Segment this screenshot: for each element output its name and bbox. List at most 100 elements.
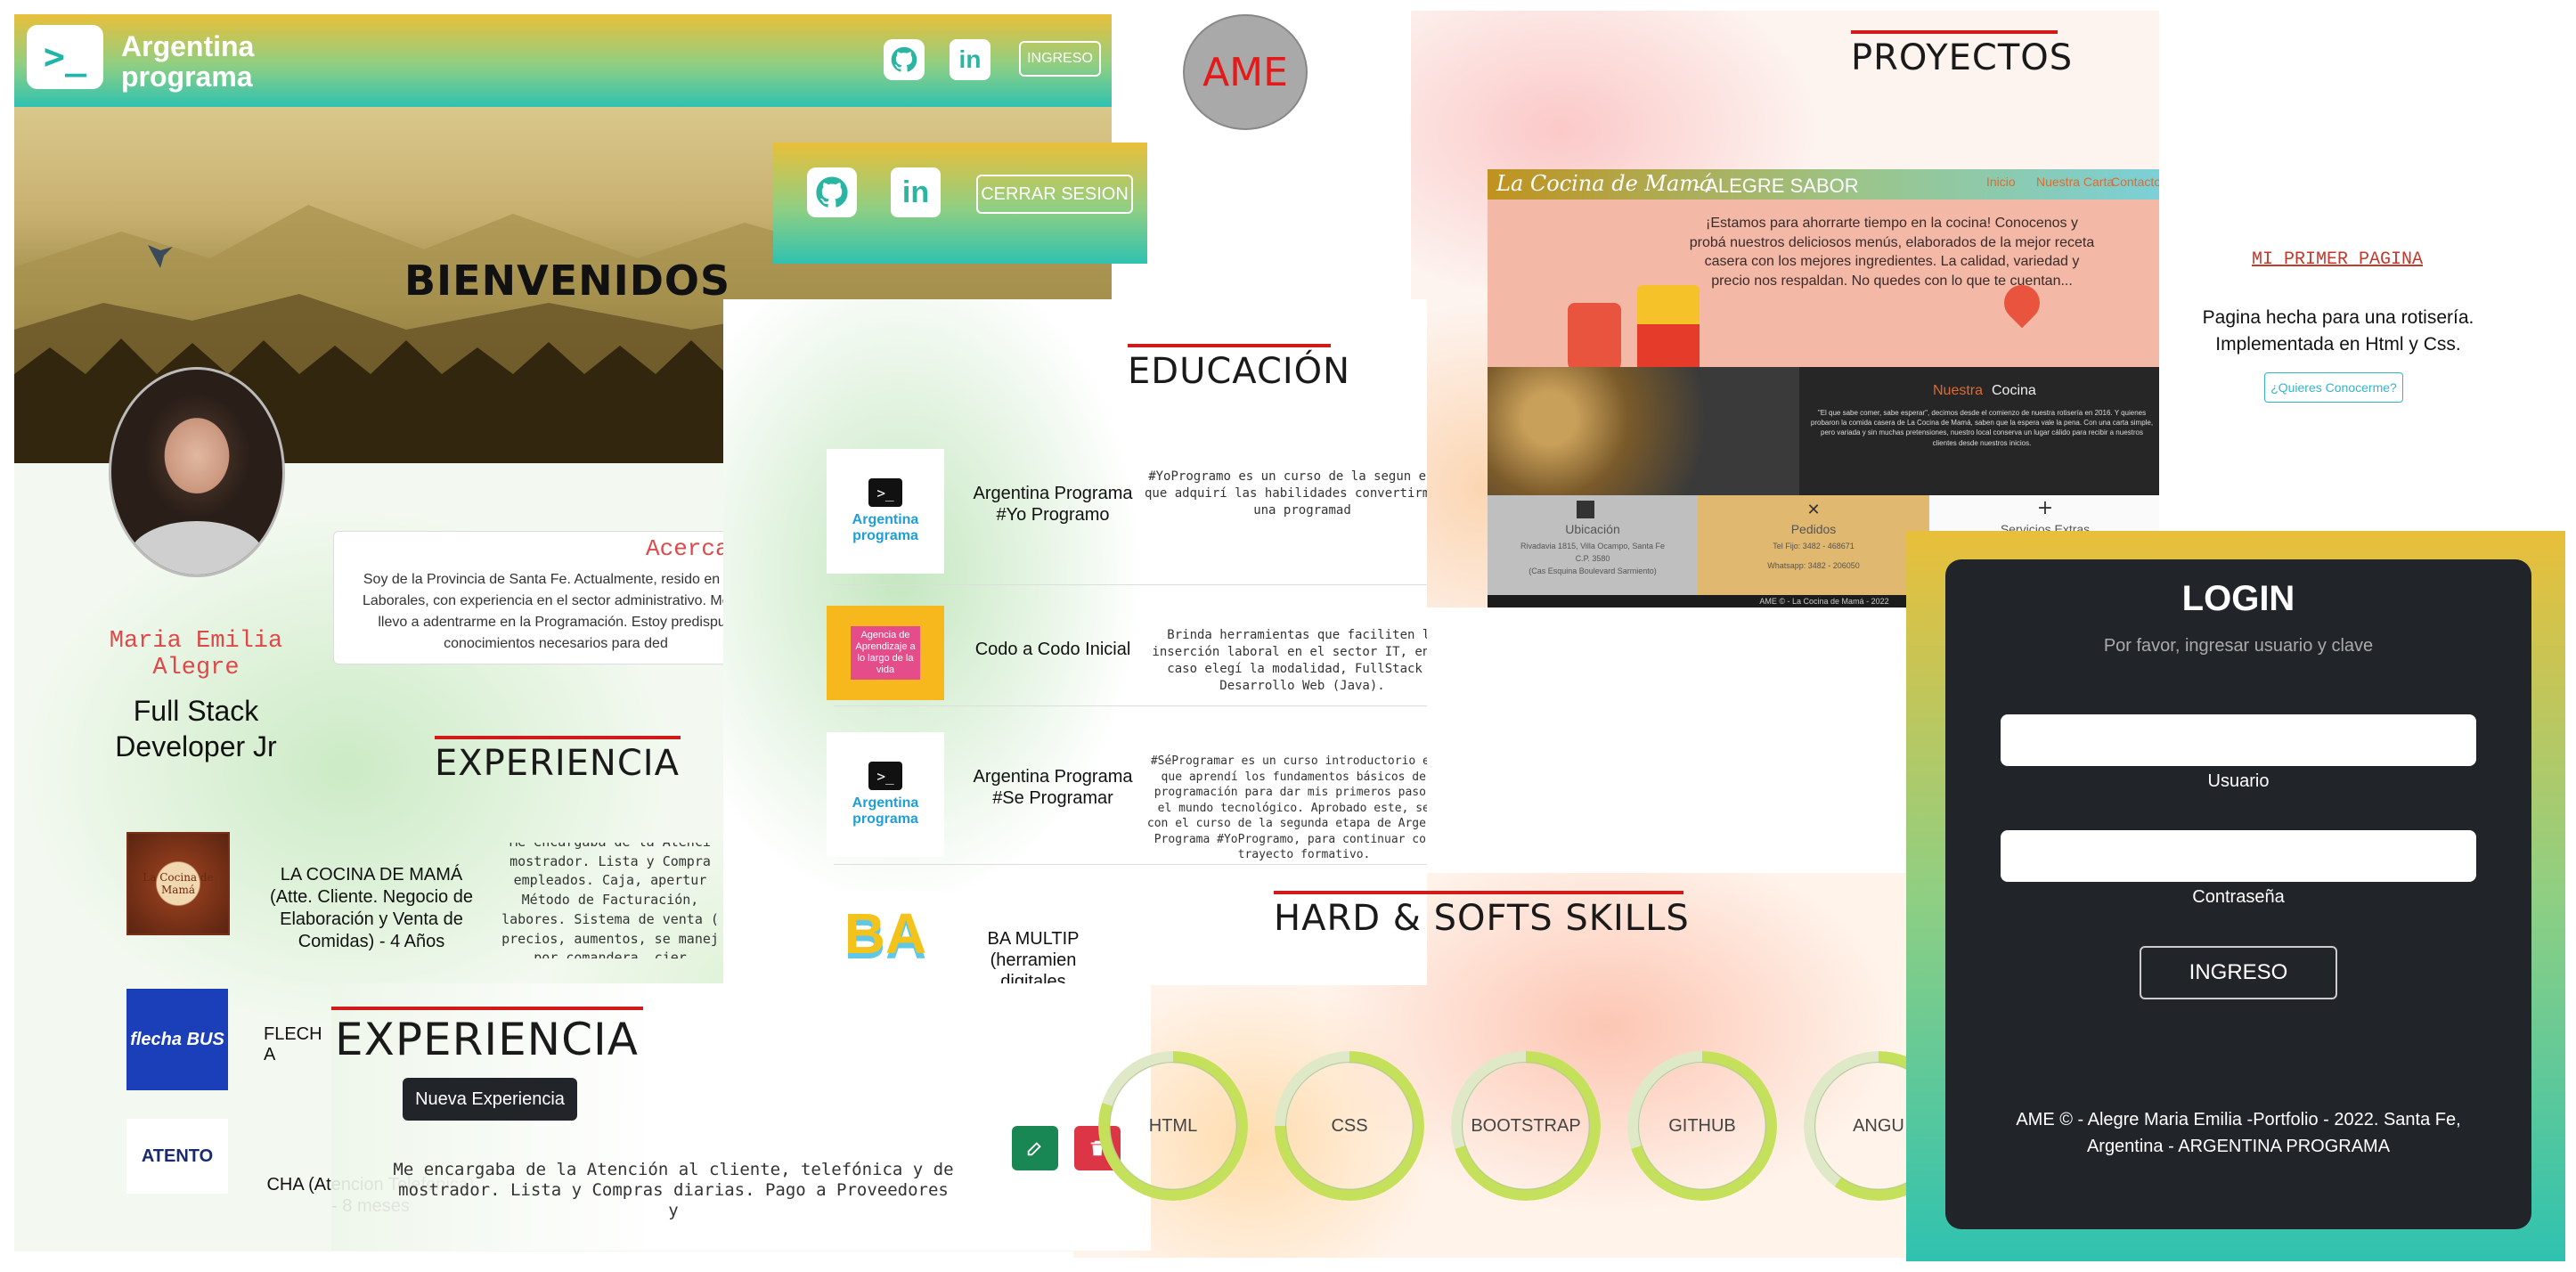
education-logo-ba: BA <box>827 891 944 976</box>
project-pedidos-title: Pedidos <box>1790 522 1837 536</box>
argentina-programa-logo[interactable]: >_ <box>27 25 103 89</box>
logo-text-line1: Argentina <box>121 30 255 62</box>
skill-ring-github: GITHUB <box>1627 1051 1777 1201</box>
profile-role: Full Stack Developer Jr <box>115 695 277 762</box>
login-card: LOGIN Por favor, ingresar usuario y clav… <box>1945 559 2531 1229</box>
username-label: Usuario <box>2207 771 2270 791</box>
education-desc-seprogramar: #SéProgramar es un curso introductorio e… <box>1146 754 1427 862</box>
first-page-title: MI PRIMER PAGINA <box>2251 249 2424 270</box>
login-subtitle: Por favor, ingresar usuario y clave <box>2103 636 2374 656</box>
education-logo-ba-text: BA <box>844 901 927 966</box>
project-kitchen-title-a: Nuestra <box>1933 383 1984 398</box>
education-logo-seprogramar: >_ Argentina programa <box>827 732 944 857</box>
experience-name-cocina: LA COCINA DE MAMÁ (Atte. Cliente. Negoci… <box>270 865 473 951</box>
education-logo-yoprogramo: >_ Argentina programa <box>827 449 944 574</box>
prompt-icon: >_ <box>43 37 87 77</box>
top-navbar: >_ Argentina programa in INGRESO <box>14 14 1112 107</box>
github-icon[interactable] <box>884 39 925 80</box>
experience-edit-section: EXPERIENCIA Nueva Experiencia Me encarga… <box>331 983 1151 1251</box>
skills-title-underline <box>1274 891 1683 894</box>
education-logo-seprogramar-text: Argentina programa <box>852 795 919 827</box>
divider <box>834 705 1427 706</box>
brand-badge: AME <box>1183 14 1308 130</box>
project-nav-inicio[interactable]: Inicio <box>1986 175 2016 189</box>
skill-label: HTML <box>1148 1115 1198 1136</box>
project-ubicacion-line3: (Cas Esquina Boulevard Sarmiento) <box>1528 567 1657 575</box>
pencil-icon <box>1027 1142 1041 1156</box>
experience-logo-cocina-text: La Cocina de Mamá <box>143 871 214 896</box>
education-desc-yoprogramo: #YoProgramo es un curso de la segun en e… <box>1144 469 1427 518</box>
education-title: EDUCACIÓN <box>1128 351 1351 392</box>
experience-name-flechabus: FLECH A <box>264 1024 322 1064</box>
education-title-underline <box>1128 344 1331 347</box>
about-text: Soy de la Provincia de Santa Fe. Actualm… <box>363 572 734 651</box>
building-icon <box>1577 501 1594 518</box>
skill-ring-bootstrap: BOOTSTRAP <box>1451 1051 1601 1201</box>
plus-icon: + <box>2036 496 2054 519</box>
skill-label: BOOTSTRAP <box>1471 1115 1581 1136</box>
project-pedidos-line1: Tel Fijo: 3482 - 468671 <box>1773 542 1855 550</box>
login-submit-button[interactable]: INGRESO <box>2140 946 2337 999</box>
project-kitchen-text: "El que sabe comer, sabe esperar", decim… <box>1810 409 2154 447</box>
skill-ring-css: CSS <box>1275 1051 1424 1201</box>
experience-logo-flechabus: flecha BUS <box>126 989 228 1090</box>
project-ubicacion-line1: Rivadavia 1815, Villa Ocampo, Santa Fe <box>1520 542 1665 550</box>
avatar-shirt <box>129 521 265 575</box>
login-footer: AME © - Alegre Maria Emilia -Portfolio -… <box>2016 1110 2461 1156</box>
github-icon[interactable] <box>807 167 857 217</box>
project-brand-suffix: - ALEGRE SABOR <box>1694 175 1859 197</box>
skill-label: GITHUB <box>1668 1115 1736 1136</box>
avatar <box>109 367 285 577</box>
education-logo-codoacodo-text: Agencia de Aprendizaje a lo largo de la … <box>851 625 920 681</box>
username-input[interactable] <box>2001 714 2476 766</box>
linkedin-icon[interactable]: in <box>950 39 990 80</box>
education-logo-yoprogramo-text: Argentina programa <box>852 512 919 543</box>
project-nav-carta[interactable]: Nuestra Carta <box>2036 175 2114 189</box>
project-pedidos-line2: Whatsapp: 3482 - 206050 <box>1767 561 1860 570</box>
skill-ring-html: HTML <box>1098 1051 1248 1201</box>
new-experience-button[interactable]: Nueva Experiencia <box>403 1078 577 1121</box>
project-drink-illustration <box>1568 303 1621 374</box>
skills-title: HARD & SOFTS SKILLS <box>1274 898 1690 939</box>
skill-label: CSS <box>1331 1115 1368 1136</box>
login-title: LOGIN <box>2181 579 2295 618</box>
hero-title: BIENVENIDOS <box>404 257 731 305</box>
logout-button[interactable]: CERRAR SESION <box>976 175 1133 214</box>
experience-logo-atento-text: ATENTO <box>141 1146 214 1166</box>
login-background: LOGIN Por favor, ingresar usuario y clav… <box>1906 531 2565 1261</box>
projects-title: PROYECTOS <box>1851 37 2074 78</box>
education-name-yoprogramo: Argentina Programa #Yo Programo <box>973 484 1133 525</box>
experience-logo-atento: ATENTO <box>126 1119 228 1194</box>
experience-desc-cocina: Me encargaba de la Atenci mostrador. Lis… <box>501 843 719 958</box>
projects-section: PROYECTOS La Cocina de Mamá - ALEGRE SAB… <box>1411 11 2159 607</box>
projects-title-underline <box>1851 30 2058 34</box>
profile-name: Maria Emilia Alegre <box>109 628 283 681</box>
education-name-seprogramar: Argentina Programa #Se Programar <box>973 767 1133 808</box>
password-input[interactable] <box>2001 830 2476 882</box>
password-label: Contraseña <box>2192 887 2285 907</box>
logo-text-line2: programa <box>121 61 253 93</box>
experience-edit-title: EXPERIENCIA <box>335 1014 639 1065</box>
prompt-icon: >_ <box>868 478 902 507</box>
about-card: Acerca Soy de la Provincia de Santa Fe. … <box>333 531 734 665</box>
edit-button[interactable] <box>1012 1126 1058 1170</box>
experience-edit-title-underline <box>331 1007 643 1010</box>
first-page-button[interactable]: ¿Quieres Conocerme? <box>2264 372 2403 403</box>
experience-logo-flechabus-text: flecha BUS <box>130 1029 224 1049</box>
project-food-photo <box>1488 367 1799 495</box>
about-title: Acerca <box>646 535 730 562</box>
brand-badge-text: AME <box>1202 49 1288 95</box>
linkedin-icon[interactable]: in <box>891 167 941 217</box>
experience-title-underline <box>435 736 681 739</box>
project-hero-text: ¡Estamos para ahorrarte tiempo en la coc… <box>1689 216 2095 289</box>
divider <box>834 584 1427 585</box>
first-page-text: Pagina hecha para una rotisería. Impleme… <box>2202 307 2474 355</box>
education-desc-codoacodo: Brinda herramientas que faciliten la ins… <box>1152 628 1427 693</box>
skills-section: HARD & SOFTS SKILLS HTML CSS BOOTSTRAP GITH… <box>1073 873 1964 1258</box>
project-nav-contacto[interactable]: Contacto <box>2111 175 2159 189</box>
education-logo-codoacodo: Agencia de Aprendizaje a lo largo de la … <box>827 606 944 700</box>
login-button[interactable]: INGRESO <box>1019 41 1101 77</box>
prompt-icon: >_ <box>868 762 902 790</box>
admin-navbar: in CERRAR SESION <box>773 143 1147 264</box>
project-kitchen-title-b: Cocina <box>1992 383 2036 398</box>
